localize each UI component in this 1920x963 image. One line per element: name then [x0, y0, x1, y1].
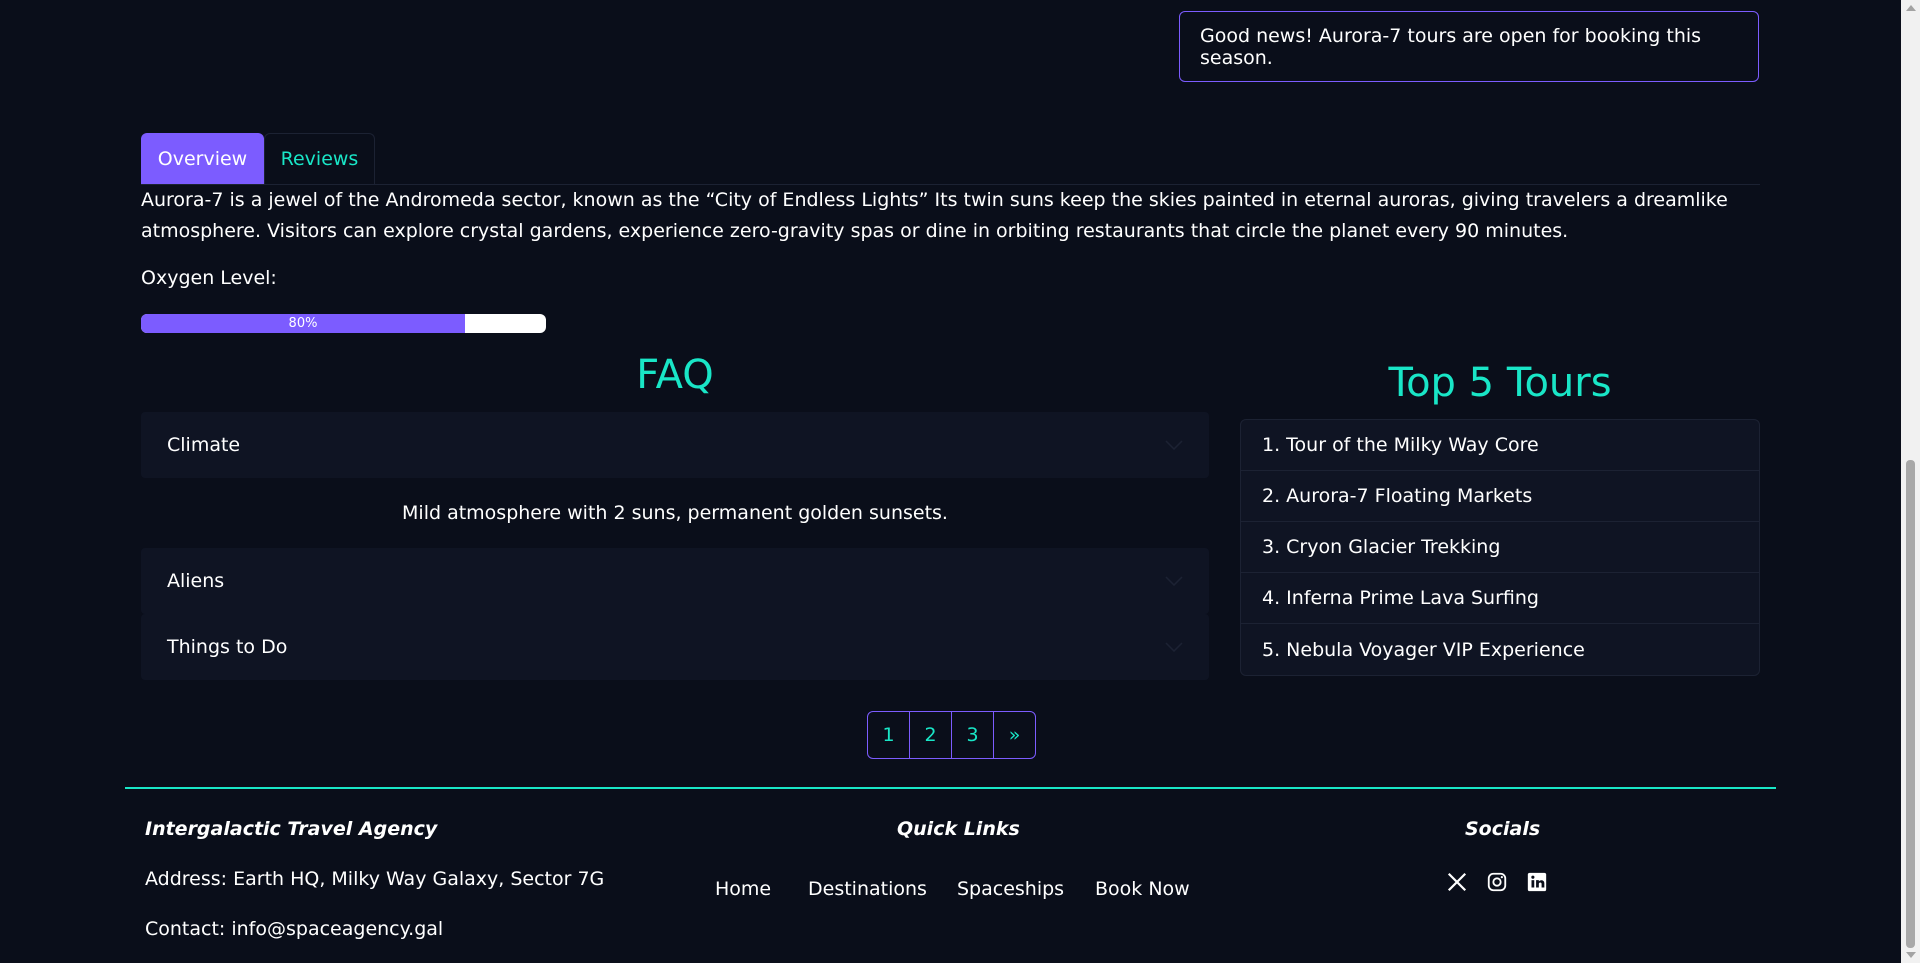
footer-link-destinations[interactable]: Destinations: [808, 878, 927, 900]
footer-quick-links-title: Quick Links: [897, 818, 1020, 840]
faq-question-aliens[interactable]: Aliens: [141, 548, 1209, 614]
scroll-up-arrow-icon[interactable]: [1906, 5, 1916, 11]
faq-item-things-to-do: Things to Do: [141, 614, 1209, 680]
list-item[interactable]: 5. Nebula Voyager VIP Experience: [1241, 624, 1759, 675]
scroll-down-arrow-icon[interactable]: [1906, 952, 1916, 958]
page-1-button[interactable]: 1: [868, 712, 910, 758]
faq-question-things-to-do[interactable]: Things to Do: [141, 614, 1209, 680]
footer-link-book-now[interactable]: Book Now: [1095, 878, 1190, 900]
page: Good news! Aurora-7 tours are open for b…: [0, 0, 1901, 963]
chevron-down-icon: [1165, 440, 1183, 450]
footer-link-home[interactable]: Home: [715, 878, 771, 900]
oxygen-progress-fill: 80%: [141, 314, 465, 333]
faq-question-label: Climate: [167, 434, 241, 456]
list-item[interactable]: 1. Tour of the Milky Way Core: [1241, 420, 1759, 471]
list-item[interactable]: 4. Inferna Prime Lava Surfing: [1241, 573, 1759, 624]
footer-link-spaceships[interactable]: Spaceships: [957, 878, 1064, 900]
instagram-icon[interactable]: [1486, 871, 1508, 893]
linkedin-icon[interactable]: [1526, 871, 1548, 893]
x-icon[interactable]: [1446, 871, 1468, 893]
oxygen-progress-text: 80%: [288, 316, 318, 331]
footer-socials-title: Socials: [1465, 818, 1541, 840]
scrollbar[interactable]: [1901, 0, 1920, 963]
footer-contact: Contact: info@spaceagency.gal: [145, 918, 444, 940]
tours-list: 1. Tour of the Milky Way Core 2. Aurora-…: [1240, 419, 1760, 676]
faq-question-label: Aliens: [167, 570, 225, 592]
alert-text: Good news! Aurora-7 tours are open for b…: [1200, 24, 1702, 69]
oxygen-progress-bar: 80%: [141, 314, 546, 333]
footer-address: Address: Earth HQ, Milky Way Galaxy, Sec…: [145, 868, 605, 890]
booking-alert: Good news! Aurora-7 tours are open for b…: [1179, 11, 1759, 82]
overview-description: Aurora-7 is a jewel of the Andromeda sec…: [141, 189, 1728, 242]
oxygen-label: Oxygen Level:: [141, 267, 277, 289]
tab-overview[interactable]: Overview: [141, 133, 264, 184]
faq-question-label: Things to Do: [167, 636, 288, 658]
footer-divider: [125, 787, 1776, 789]
faq-answer-climate: Mild atmosphere with 2 suns, permanent g…: [141, 478, 1209, 548]
tab-bar: Overview Reviews: [141, 133, 1760, 185]
chevron-down-icon: [1165, 576, 1183, 586]
next-page-button[interactable]: »: [994, 712, 1035, 758]
tab-reviews[interactable]: Reviews: [264, 133, 375, 184]
faq-item-aliens: Aliens: [141, 548, 1209, 614]
footer-agency-title: Intergalactic Travel Agency: [145, 818, 438, 840]
chevron-down-icon: [1165, 642, 1183, 652]
page-2-button[interactable]: 2: [910, 712, 952, 758]
tours-title: Top 5 Tours: [1388, 360, 1612, 406]
pagination: 1 2 3 »: [867, 711, 1036, 759]
list-item[interactable]: 3. Cryon Glacier Trekking: [1241, 522, 1759, 573]
faq-question-climate[interactable]: Climate: [141, 412, 1209, 478]
list-item[interactable]: 2. Aurora-7 Floating Markets: [1241, 471, 1759, 522]
scrollbar-thumb[interactable]: [1906, 460, 1915, 948]
faq-title: FAQ: [636, 352, 714, 398]
faq-item-climate: Climate: [141, 412, 1209, 478]
faq-accordion: Climate Mild atmosphere with 2 suns, per…: [141, 412, 1209, 680]
page-3-button[interactable]: 3: [952, 712, 994, 758]
